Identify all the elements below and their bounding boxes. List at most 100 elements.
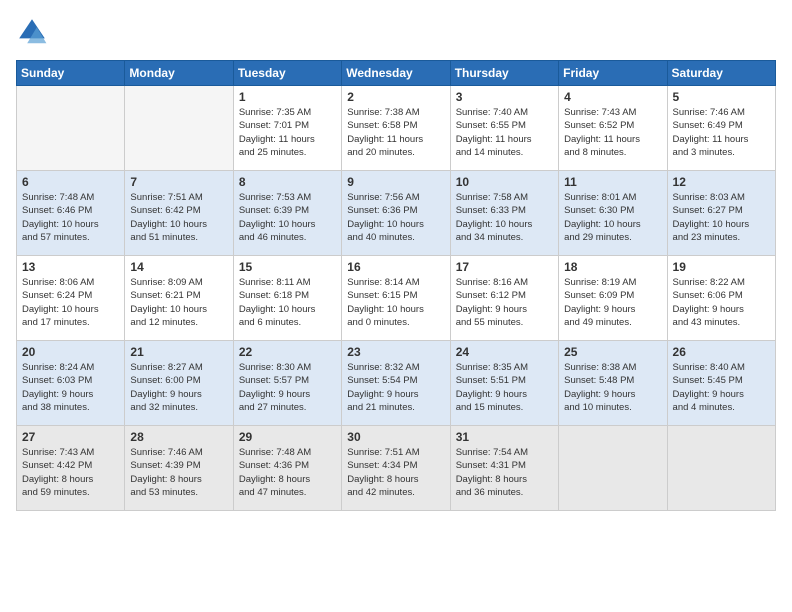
day-info: Sunrise: 7:43 AMSunset: 6:52 PMDaylight:… [564,106,661,159]
calendar-cell: 14Sunrise: 8:09 AMSunset: 6:21 PMDayligh… [125,256,233,341]
calendar-week-1: 1 Sunrise: 7:35 AMSunset: 7:01 PMDaylight… [17,86,776,171]
calendar-table: SundayMondayTuesdayWednesdayThursdayFrid… [16,60,776,511]
day-info: Sunrise: 7:46 AMSunset: 4:39 PMDaylight:… [130,446,227,499]
day-info: Sunrise: 8:11 AMSunset: 6:18 PMDaylight:… [239,276,336,329]
calendar-cell [125,86,233,171]
day-number: 25 [564,345,661,359]
logo-icon [16,16,48,48]
day-info: Sunrise: 8:32 AMSunset: 5:54 PMDaylight:… [347,361,444,414]
day-info: Sunrise: 8:03 AMSunset: 6:27 PMDaylight:… [673,191,770,244]
day-info: Sunrise: 7:38 AMSunset: 6:58 PMDaylight:… [347,106,444,159]
day-number: 19 [673,260,770,274]
day-header-sunday: Sunday [17,61,125,86]
calendar-cell: 31Sunrise: 7:54 AMSunset: 4:31 PMDayligh… [450,426,558,511]
day-number: 11 [564,175,661,189]
calendar-cell: 12 Sunrise: 8:03 AMSunset: 6:27 PMDayligh… [667,171,775,256]
calendar-cell: 10 Sunrise: 7:58 AMSunset: 6:33 PMDayligh… [450,171,558,256]
day-number: 10 [456,175,553,189]
day-number: 23 [347,345,444,359]
day-info: Sunrise: 7:40 AMSunset: 6:55 PMDaylight:… [456,106,553,159]
day-info: Sunrise: 7:43 AMSunset: 4:42 PMDaylight:… [22,446,119,499]
day-info: Sunrise: 8:38 AMSunset: 5:48 PMDaylight:… [564,361,661,414]
calendar-cell: 29Sunrise: 7:48 AMSunset: 4:36 PMDayligh… [233,426,341,511]
calendar-cell: 5Sunrise: 7:46 AMSunset: 6:49 PMDaylight… [667,86,775,171]
day-info: Sunrise: 7:58 AMSunset: 6:33 PMDaylight:… [456,191,553,244]
day-header-wednesday: Wednesday [342,61,450,86]
day-number: 3 [456,90,553,104]
day-number: 17 [456,260,553,274]
day-number: 1 [239,90,336,104]
day-info: Sunrise: 8:19 AMSunset: 6:09 PMDaylight:… [564,276,661,329]
calendar-cell: 22 Sunrise: 8:30 AMSunset: 5:57 PMDayligh… [233,341,341,426]
day-info: Sunrise: 7:51 AMSunset: 4:34 PMDaylight:… [347,446,444,499]
calendar-cell: 28 Sunrise: 7:46 AMSunset: 4:39 PMDayligh… [125,426,233,511]
day-info: Sunrise: 7:56 AMSunset: 6:36 PMDaylight:… [347,191,444,244]
calendar-cell: 26 Sunrise: 8:40 AMSunset: 5:45 PMDayligh… [667,341,775,426]
day-info: Sunrise: 7:35 AMSunset: 7:01 PMDaylight:… [239,106,336,159]
day-number: 22 [239,345,336,359]
day-info: Sunrise: 7:46 AMSunset: 6:49 PMDaylight:… [673,106,770,159]
day-info: Sunrise: 8:24 AMSunset: 6:03 PMDaylight:… [22,361,119,414]
calendar-cell: 25 Sunrise: 8:38 AMSunset: 5:48 PMDayligh… [559,341,667,426]
day-info: Sunrise: 8:40 AMSunset: 5:45 PMDaylight:… [673,361,770,414]
day-info: Sunrise: 8:01 AMSunset: 6:30 PMDaylight:… [564,191,661,244]
day-number: 18 [564,260,661,274]
calendar-cell: 19 Sunrise: 8:22 AMSunset: 6:06 PMDayligh… [667,256,775,341]
day-header-friday: Friday [559,61,667,86]
day-number: 12 [673,175,770,189]
day-number: 24 [456,345,553,359]
logo [16,16,52,48]
calendar-week-5: 27 Sunrise: 7:43 AMSunset: 4:42 PMDayligh… [17,426,776,511]
day-info: Sunrise: 8:22 AMSunset: 6:06 PMDaylight:… [673,276,770,329]
calendar-cell: 18 Sunrise: 8:19 AMSunset: 6:09 PMDayligh… [559,256,667,341]
calendar-week-4: 20 Sunrise: 8:24 AMSunset: 6:03 PMDayligh… [17,341,776,426]
calendar-cell [559,426,667,511]
day-header-tuesday: Tuesday [233,61,341,86]
calendar-week-3: 13Sunrise: 8:06 AMSunset: 6:24 PMDayligh… [17,256,776,341]
day-number: 8 [239,175,336,189]
day-info: Sunrise: 7:48 AMSunset: 4:36 PMDaylight:… [239,446,336,499]
day-number: 16 [347,260,444,274]
day-number: 2 [347,90,444,104]
day-info: Sunrise: 8:27 AMSunset: 6:00 PMDaylight:… [130,361,227,414]
day-number: 21 [130,345,227,359]
calendar-cell: 8 Sunrise: 7:53 AMSunset: 6:39 PMDaylight… [233,171,341,256]
day-number: 7 [130,175,227,189]
calendar-cell: 4 Sunrise: 7:43 AMSunset: 6:52 PMDaylight… [559,86,667,171]
calendar-cell: 24 Sunrise: 8:35 AMSunset: 5:51 PMDayligh… [450,341,558,426]
day-number: 14 [130,260,227,274]
day-info: Sunrise: 7:51 AMSunset: 6:42 PMDaylight:… [130,191,227,244]
day-number: 4 [564,90,661,104]
calendar-cell: 16 Sunrise: 8:14 AMSunset: 6:15 PMDayligh… [342,256,450,341]
calendar-cell: 21 Sunrise: 8:27 AMSunset: 6:00 PMDayligh… [125,341,233,426]
day-number: 26 [673,345,770,359]
calendar-week-2: 6 Sunrise: 7:48 AMSunset: 6:46 PMDaylight… [17,171,776,256]
page-header [16,16,776,48]
day-number: 28 [130,430,227,444]
day-number: 27 [22,430,119,444]
calendar-cell: 6 Sunrise: 7:48 AMSunset: 6:46 PMDaylight… [17,171,125,256]
day-number: 9 [347,175,444,189]
day-info: Sunrise: 8:16 AMSunset: 6:12 PMDaylight:… [456,276,553,329]
day-info: Sunrise: 7:53 AMSunset: 6:39 PMDaylight:… [239,191,336,244]
calendar-cell: 30 Sunrise: 7:51 AMSunset: 4:34 PMDayligh… [342,426,450,511]
day-info: Sunrise: 8:35 AMSunset: 5:51 PMDaylight:… [456,361,553,414]
day-info: Sunrise: 7:54 AMSunset: 4:31 PMDaylight:… [456,446,553,499]
calendar-cell: 23 Sunrise: 8:32 AMSunset: 5:54 PMDayligh… [342,341,450,426]
day-info: Sunrise: 8:14 AMSunset: 6:15 PMDaylight:… [347,276,444,329]
day-header-thursday: Thursday [450,61,558,86]
day-number: 6 [22,175,119,189]
day-header-monday: Monday [125,61,233,86]
day-number: 20 [22,345,119,359]
calendar-cell: 20 Sunrise: 8:24 AMSunset: 6:03 PMDayligh… [17,341,125,426]
day-info: Sunrise: 8:06 AMSunset: 6:24 PMDaylight:… [22,276,119,329]
calendar-cell: 2 Sunrise: 7:38 AMSunset: 6:58 PMDaylight… [342,86,450,171]
calendar-cell: 15Sunrise: 8:11 AMSunset: 6:18 PMDayligh… [233,256,341,341]
day-header-saturday: Saturday [667,61,775,86]
day-number: 30 [347,430,444,444]
calendar-cell: 1 Sunrise: 7:35 AMSunset: 7:01 PMDaylight… [233,86,341,171]
calendar-cell: 3 Sunrise: 7:40 AMSunset: 6:55 PMDaylight… [450,86,558,171]
calendar-cell: 27 Sunrise: 7:43 AMSunset: 4:42 PMDayligh… [17,426,125,511]
day-info: Sunrise: 8:30 AMSunset: 5:57 PMDaylight:… [239,361,336,414]
day-info: Sunrise: 7:48 AMSunset: 6:46 PMDaylight:… [22,191,119,244]
